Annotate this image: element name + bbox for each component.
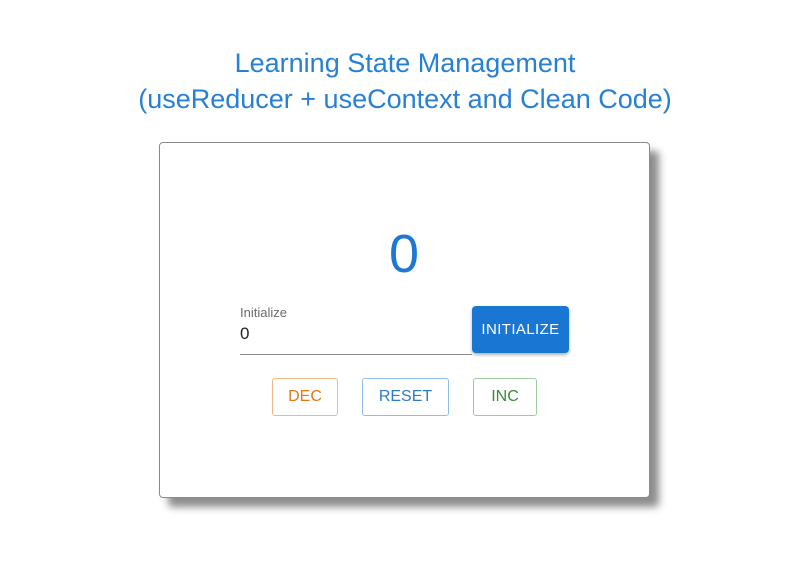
page-title-line2: (useReducer + useContext and Clean Code)	[138, 84, 672, 114]
page-title-line1: Learning State Management	[234, 48, 576, 78]
dec-button[interactable]: DEC	[272, 378, 338, 416]
initialize-button[interactable]: INITIALIZE	[472, 306, 569, 353]
inc-button[interactable]: INC	[473, 378, 537, 416]
counter-value: 0	[388, 224, 420, 284]
initialize-input[interactable]	[240, 324, 468, 344]
initialize-field-label: Initialize	[240, 305, 287, 320]
reset-button[interactable]: RESET	[362, 378, 449, 416]
page-title: Learning State Management (useReducer + …	[0, 45, 795, 117]
initialize-field[interactable]: Initialize	[240, 305, 472, 355]
